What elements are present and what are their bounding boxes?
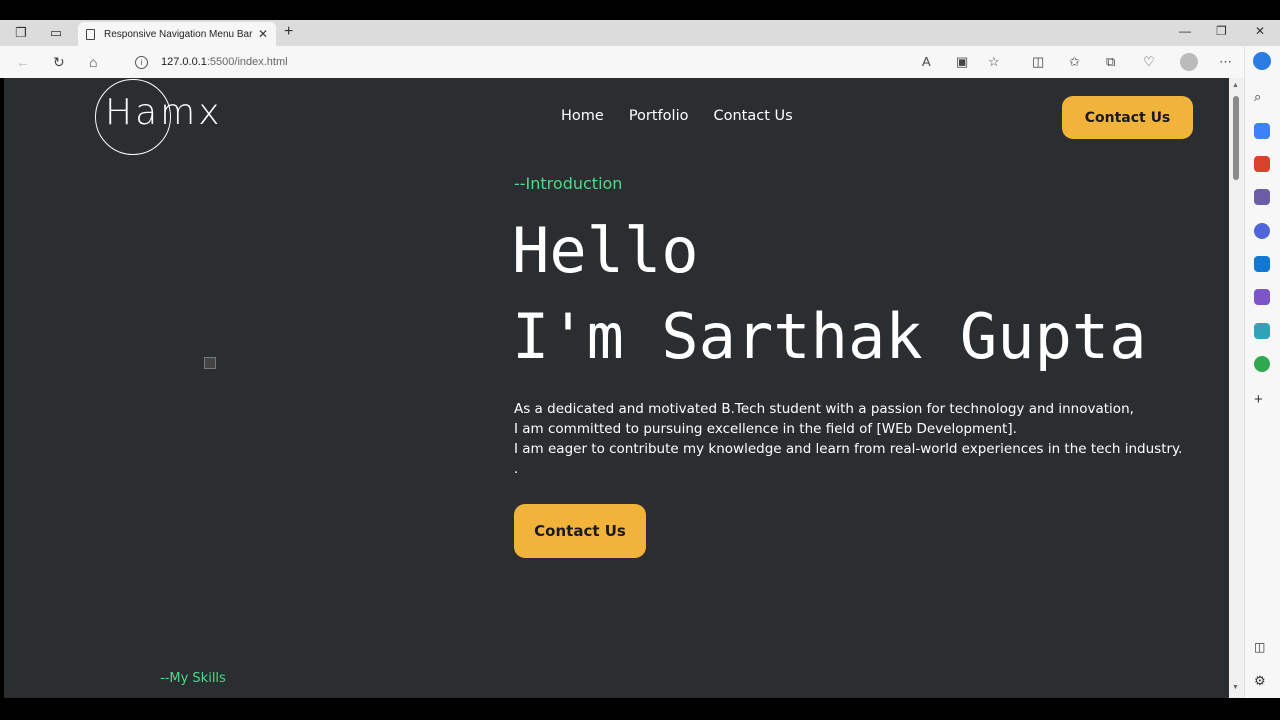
url-field[interactable]: i 127.0.0.1 :5500/index.html [122, 50, 1022, 74]
address-bar: ← ↻ ⌂ i 127.0.0.1 :5500/index.html A ▣ ☆… [0, 46, 1280, 78]
tab-actions-icon[interactable]: ▭ [46, 23, 66, 43]
hero-contact-button[interactable]: Contact Us [514, 504, 646, 558]
outlook-icon[interactable] [1254, 256, 1270, 272]
hero-heading-line1: Hello [512, 214, 699, 287]
hero-paragraph: As a dedicated and motivated B.Tech stud… [514, 399, 1182, 479]
favorites-icon[interactable]: ✩ [1069, 54, 1080, 70]
page-scrollbar[interactable]: ▲ ▼ [1229, 78, 1244, 698]
nav-contact[interactable]: Contact Us [713, 108, 792, 124]
main-nav: Home Portfolio Contact Us [561, 108, 793, 124]
split-screen-icon[interactable]: ◫ [1032, 54, 1044, 70]
scroll-up-icon[interactable]: ▲ [1232, 82, 1239, 89]
intro-label: --Introduction [514, 174, 623, 193]
tools-icon[interactable] [1254, 156, 1270, 172]
copilot-icon[interactable] [1253, 52, 1271, 70]
add-sidebar-app-icon[interactable]: + [1254, 391, 1270, 408]
tree-icon[interactable] [1254, 356, 1270, 372]
favorite-star-icon[interactable]: ☆ [988, 54, 1000, 70]
reload-icon[interactable]: ↻ [53, 54, 65, 71]
office-icon[interactable] [1254, 223, 1270, 239]
hide-sidebar-icon[interactable]: ◫ [1254, 640, 1270, 656]
web-page: Hamx Home Portfolio Contact Us Contact U… [4, 78, 1229, 698]
workspaces-icon[interactable]: ❐ [11, 23, 31, 43]
restore-icon[interactable]: ❐ [1216, 24, 1227, 38]
more-menu-icon[interactable]: ⋯ [1219, 54, 1232, 70]
document-icon [86, 28, 95, 40]
close-tab-icon[interactable]: ✕ [258, 27, 268, 41]
paragraph-line: . [514, 461, 519, 477]
screen: ❐ ▭ Responsive Navigation Menu Bar ✕ + —… [0, 0, 1280, 720]
nav-portfolio[interactable]: Portfolio [629, 108, 689, 124]
hero-heading-line2: I'm Sarthak Gupta [512, 300, 1147, 373]
games-icon[interactable] [1254, 189, 1270, 205]
designer-icon[interactable] [1254, 289, 1270, 305]
site-info-icon[interactable]: i [135, 55, 148, 69]
minimize-icon[interactable]: — [1179, 24, 1191, 38]
edge-sidebar: ⌕ + ◫ ⚙ [1244, 46, 1280, 698]
immersive-reader-icon[interactable]: ▣ [956, 54, 968, 70]
window-close-icon[interactable]: ✕ [1255, 24, 1265, 38]
header-contact-button[interactable]: Contact Us [1062, 96, 1193, 139]
nav-home[interactable]: Home [561, 108, 604, 124]
read-aloud-icon[interactable]: A [922, 54, 931, 69]
scroll-down-icon[interactable]: ▼ [1232, 684, 1239, 691]
search-icon[interactable]: ⌕ [1254, 89, 1270, 105]
browser-tab[interactable]: Responsive Navigation Menu Bar ✕ [78, 22, 276, 46]
back-icon[interactable]: ← [16, 54, 30, 70]
new-tab-icon[interactable]: + [284, 23, 293, 41]
home-icon[interactable]: ⌂ [89, 54, 97, 70]
paragraph-line: I am eager to contribute my knowledge an… [514, 441, 1183, 457]
profile-avatar[interactable] [1180, 53, 1198, 71]
profile-image-broken [204, 357, 220, 369]
paragraph-line: I am committed to pursuing excellence in… [514, 421, 1017, 437]
scroll-thumb[interactable] [1233, 96, 1239, 180]
broken-image-icon [204, 357, 216, 369]
url-path: :5500/index.html [206, 56, 288, 68]
browser-essentials-icon[interactable]: ♡ [1143, 54, 1155, 70]
skills-label: --My Skills [160, 671, 226, 686]
tab-title: Responsive Navigation Menu Bar [104, 28, 253, 40]
collections-icon[interactable]: ⧉ [1106, 54, 1115, 70]
url-host: 127.0.0.1 [161, 56, 207, 68]
drop-icon[interactable] [1254, 323, 1270, 339]
settings-gear-icon[interactable]: ⚙ [1254, 673, 1270, 689]
paragraph-line: As a dedicated and motivated B.Tech stud… [514, 401, 1134, 417]
tab-bar: ❐ ▭ Responsive Navigation Menu Bar ✕ + —… [0, 20, 1280, 46]
site-logo[interactable]: Hamx [105, 92, 223, 133]
shopping-icon[interactable] [1254, 123, 1270, 139]
